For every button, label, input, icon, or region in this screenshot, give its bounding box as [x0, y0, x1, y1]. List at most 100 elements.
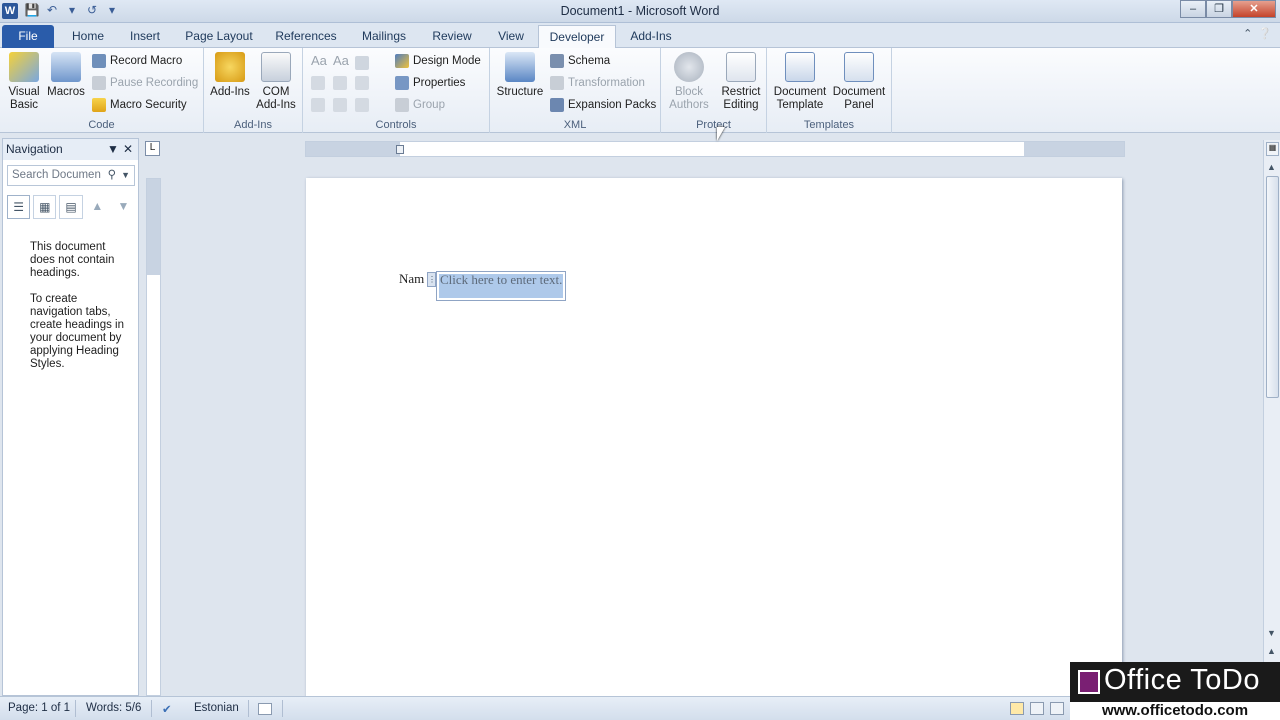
browse-headings-icon[interactable]: ☰ [7, 195, 31, 219]
top-margin-area [147, 179, 160, 275]
browse-pages-icon[interactable]: ▦ [33, 195, 57, 219]
scroll-up-icon[interactable]: ▲ [1267, 162, 1276, 172]
proofing-icon[interactable]: ✔ [162, 702, 172, 716]
tab-review[interactable]: Review [424, 25, 480, 48]
view-ruler-icon[interactable]: ▦ [1266, 142, 1279, 156]
tab-mailings[interactable]: Mailings [354, 25, 414, 48]
minimize-ribbon-icon[interactable]: ⌃ [1243, 27, 1252, 40]
close-pane-icon[interactable]: ✕ [123, 139, 133, 160]
close-button[interactable]: ✕ [1232, 0, 1276, 18]
expansion-packs-button[interactable]: Expansion Packs [550, 96, 656, 114]
next-heading-icon[interactable]: ▼ [112, 195, 135, 219]
status-separator [248, 700, 249, 717]
group-protect-label: Protect [696, 119, 731, 131]
group-button[interactable]: Group [395, 96, 445, 114]
scrollbar-thumb[interactable] [1266, 176, 1279, 398]
properties-button[interactable]: Properties [395, 74, 465, 92]
tab-view[interactable]: View [490, 25, 532, 48]
full-screen-reading-icon[interactable] [1030, 702, 1044, 715]
pane-options-icon[interactable]: ▼ [107, 139, 119, 160]
indent-marker[interactable] [396, 145, 404, 154]
document-panel-button[interactable]: Document Panel [831, 52, 887, 112]
create-headings-message: To create navigation tabs, create headin… [30, 293, 124, 370]
tab-references[interactable]: References [268, 25, 344, 48]
search-icon[interactable]: ⚲ [108, 166, 116, 185]
com-add-ins-label: COM Add-Ins [256, 86, 296, 111]
language-indicator[interactable]: Estonian [194, 702, 239, 714]
content-control-placeholder[interactable]: Click here to enter text. [440, 272, 562, 288]
expansion-packs-icon [550, 98, 564, 112]
watermark: Office ToDo www.officetodo.com [1070, 662, 1280, 720]
transformation-button[interactable]: Transformation [550, 74, 645, 92]
horizontal-ruler[interactable] [305, 141, 1125, 157]
checkbox-control-icon[interactable] [333, 96, 347, 114]
navigation-search-input[interactable]: Search Documen ⚲ ▼ [7, 165, 135, 186]
previous-page-icon[interactable]: ▲ [1267, 646, 1276, 656]
tab-add-ins[interactable]: Add-Ins [622, 25, 680, 48]
transformation-icon [550, 76, 564, 90]
rich-text-control-icon[interactable]: Aa [311, 52, 327, 70]
right-margin-area [1024, 142, 1124, 156]
block-authors-button[interactable]: Block Authors [665, 52, 713, 112]
schema-button[interactable]: Schema [550, 52, 610, 70]
office-todo-logo-icon [1078, 670, 1100, 694]
vertical-ruler[interactable] [146, 178, 161, 696]
plain-text-control-icon[interactable]: Aa [333, 52, 349, 70]
tab-developer[interactable]: Developer [538, 25, 616, 49]
content-control[interactable]: Click here to enter text. [436, 271, 566, 301]
restrict-editing-button[interactable]: Restrict Editing [717, 52, 765, 112]
print-layout-icon[interactable] [1010, 702, 1024, 715]
tab-page-layout[interactable]: Page Layout [180, 25, 258, 48]
visual-basic-button[interactable]: Visual Basic [4, 52, 44, 112]
schema-icon [550, 54, 564, 68]
group-controls-label: Controls [375, 119, 417, 131]
restore-button[interactable]: ❐ [1206, 0, 1232, 18]
pause-recording-button[interactable]: Pause Recording [92, 74, 198, 92]
dropdown-list-icon[interactable] [355, 74, 369, 92]
gear-icon [215, 52, 245, 82]
word-count[interactable]: Words: 5/6 [86, 702, 141, 714]
no-headings-message: This document does not contain headings. [30, 241, 115, 279]
tab-home[interactable]: Home [62, 25, 114, 48]
window-controls: – ❐ ✕ [1180, 0, 1276, 18]
properties-icon [395, 76, 409, 90]
status-separator [282, 700, 283, 717]
document-page[interactable]: Nam ⋮ Click here to enter text. [306, 178, 1122, 698]
macro-record-icon[interactable] [258, 703, 272, 715]
group-templates: Document Template Document Panel Templat… [767, 48, 892, 133]
scroll-down-icon[interactable]: ▼ [1267, 628, 1276, 638]
macros-icon [51, 52, 81, 82]
structure-icon [505, 52, 535, 82]
legacy-tools-icon[interactable] [355, 96, 369, 114]
web-layout-icon[interactable] [1050, 702, 1064, 715]
tab-selector[interactable]: L [145, 141, 160, 156]
content-control-handle[interactable]: ⋮ [427, 272, 436, 287]
add-ins-button[interactable]: Add-Ins [208, 52, 252, 99]
navigation-pane: Navigation ▼ ✕ Search Documen ⚲ ▼ ☰ ▦ ▤ … [2, 138, 139, 696]
structure-button[interactable]: Structure [496, 52, 544, 99]
combo-box-icon[interactable] [333, 74, 347, 92]
design-mode-button[interactable]: Design Mode [395, 52, 481, 70]
previous-heading-icon[interactable]: ▲ [86, 195, 109, 219]
left-margin-area [306, 142, 400, 156]
browse-results-icon[interactable]: ▤ [59, 195, 83, 219]
date-picker-icon[interactable] [311, 96, 325, 114]
tab-file[interactable]: File [2, 25, 54, 48]
document-template-button[interactable]: Document Template [771, 52, 829, 112]
tab-insert[interactable]: Insert [120, 25, 170, 48]
picture-control-icon[interactable] [355, 54, 369, 72]
macros-label: Macros [47, 86, 85, 98]
help-icon[interactable]: ❔ [1258, 27, 1272, 40]
search-options-icon[interactable]: ▼ [121, 166, 130, 185]
vertical-scrollbar[interactable]: ▦ ▲ ▼ ▲ [1263, 140, 1280, 696]
page-count[interactable]: Page: 1 of 1 [8, 702, 70, 714]
com-add-ins-button[interactable]: COM Add-Ins [254, 52, 298, 112]
status-separator [151, 700, 152, 717]
mouse-cursor-icon [717, 127, 725, 141]
macros-button[interactable]: Macros [46, 52, 86, 99]
record-macro-button[interactable]: Record Macro [92, 52, 182, 70]
minimize-button[interactable]: – [1180, 0, 1206, 18]
name-label-text[interactable]: Nam [399, 271, 424, 287]
macro-security-button[interactable]: Macro Security [92, 96, 187, 114]
building-block-icon[interactable] [311, 74, 325, 92]
